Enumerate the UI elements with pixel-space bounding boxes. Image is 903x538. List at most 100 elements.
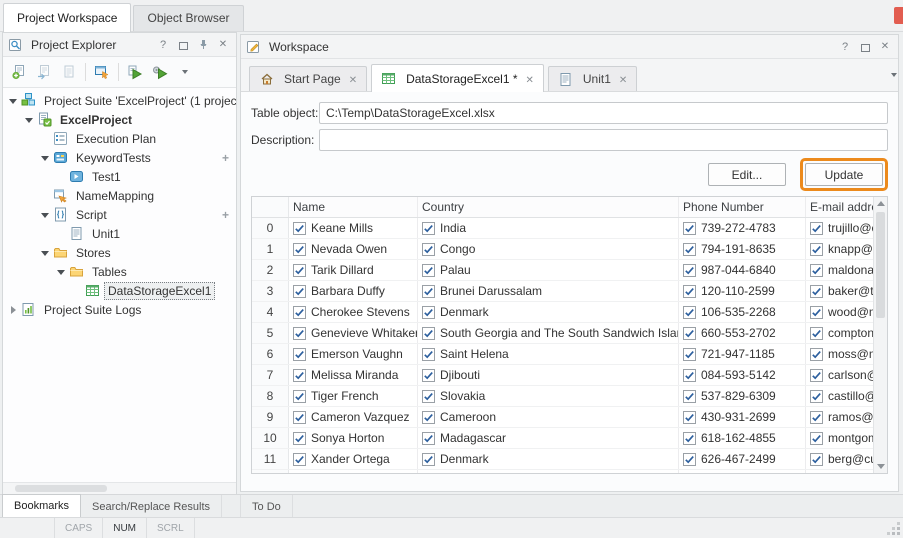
cell-phone[interactable]: 106-535-2268	[679, 302, 806, 322]
table-row[interactable]: 4Cherokee StevensDenmark106-535-2268wood…	[252, 302, 874, 323]
checkbox[interactable]	[810, 453, 823, 466]
tree-item-execution-plan[interactable]: Execution Plan	[3, 129, 236, 148]
checkbox[interactable]	[810, 327, 823, 340]
cell-country[interactable]: Palau	[418, 260, 679, 280]
cell-email[interactable]: knapp@ullamcorper.net	[806, 239, 874, 259]
add-existing-item-icon[interactable]	[32, 60, 56, 84]
close-tab-icon[interactable]	[349, 72, 357, 86]
cell-phone[interactable]: 120-110-2599	[679, 281, 806, 301]
cell-phone[interactable]: 794-191-8635	[679, 239, 806, 259]
cell-email[interactable]: compton@proin.edu	[806, 323, 874, 343]
checkbox[interactable]	[293, 222, 306, 235]
checkbox[interactable]	[293, 453, 306, 466]
checkbox[interactable]	[293, 411, 306, 424]
document-tab-unit1[interactable]: Unit1	[548, 66, 637, 91]
expander-icon[interactable]	[39, 152, 51, 164]
add-icon[interactable]	[222, 151, 229, 165]
new-item-icon[interactable]	[57, 60, 81, 84]
cell-email[interactable]: montgomery@accumsan.net	[806, 428, 874, 448]
table-row[interactable]: 7Melissa MirandaDjibouti084-593-5142carl…	[252, 365, 874, 386]
table-row[interactable]: 11Xander OrtegaDenmark626-467-2499berg@c…	[252, 449, 874, 470]
cell-phone[interactable]: 618-162-4855	[679, 428, 806, 448]
cell-phone[interactable]: 268-728-7797	[679, 470, 806, 473]
cell-phone[interactable]: 626-467-2499	[679, 449, 806, 469]
edit-button[interactable]: Edit...	[708, 163, 786, 186]
resize-grip[interactable]	[897, 532, 900, 535]
main-tab-object-browser[interactable]: Object Browser	[133, 5, 243, 31]
add-new-item-icon[interactable]	[7, 60, 31, 84]
scroll-up-icon[interactable]	[877, 201, 885, 206]
table-row[interactable]: 2Tarik DillardPalau987-044-6840maldonado…	[252, 260, 874, 281]
table-row[interactable]: 10Sonya HortonMadagascar618-162-4855mont…	[252, 428, 874, 449]
expander-icon[interactable]	[23, 114, 35, 126]
cell-name[interactable]: Barbara Duffy	[289, 281, 418, 301]
table-row[interactable]: 6Emerson VaughnSaint Helena721-947-1185m…	[252, 344, 874, 365]
expander-icon[interactable]	[7, 95, 19, 107]
cell-email[interactable]: wood@morbi.us	[806, 302, 874, 322]
checkbox[interactable]	[293, 390, 306, 403]
close-tab-icon[interactable]	[619, 72, 627, 86]
cell-country[interactable]: Djibouti	[418, 365, 679, 385]
cell-email[interactable]: ramos@pede.net	[806, 407, 874, 427]
checkbox[interactable]	[422, 369, 435, 382]
cell-name[interactable]: Nevada Owen	[289, 239, 418, 259]
checkbox[interactable]	[683, 369, 696, 382]
cell-country[interactable]: Saint Helena	[418, 344, 679, 364]
cell-email[interactable]: castillo@eros.us	[806, 386, 874, 406]
checkbox[interactable]	[683, 348, 696, 361]
cell-country[interactable]: India	[418, 218, 679, 238]
cell-phone[interactable]: 987-044-6840	[679, 260, 806, 280]
column-header-country[interactable]: Country	[418, 197, 679, 217]
table-object-input[interactable]	[319, 102, 888, 124]
checkbox[interactable]	[293, 432, 306, 445]
checkbox[interactable]	[810, 432, 823, 445]
expander-icon[interactable]	[55, 266, 67, 278]
cell-name[interactable]: Frances Cohen	[289, 470, 418, 473]
cell-country[interactable]: Denmark	[418, 302, 679, 322]
cell-country[interactable]: Slovakia	[418, 386, 679, 406]
tree-item-project-suite-logs[interactable]: Project Suite Logs	[3, 300, 236, 319]
cell-email[interactable]: moss@magnis.org	[806, 344, 874, 364]
tree-item-unit1[interactable]: Unit1	[3, 224, 236, 243]
checkbox[interactable]	[683, 243, 696, 256]
checkbox[interactable]	[683, 327, 696, 340]
cell-name[interactable]: Melissa Miranda	[289, 365, 418, 385]
document-tab-datastorageexcel1[interactable]: DataStorageExcel1 *	[371, 64, 544, 92]
cell-phone[interactable]: 537-829-6309	[679, 386, 806, 406]
help-icon[interactable]	[155, 37, 171, 53]
tree-item-tables[interactable]: Tables	[3, 262, 236, 281]
checkbox[interactable]	[810, 390, 823, 403]
cell-phone[interactable]: 721-947-1185	[679, 344, 806, 364]
cell-country[interactable]: South Georgia and The South Sandwich Isl…	[418, 323, 679, 343]
checkbox[interactable]	[422, 432, 435, 445]
cell-phone[interactable]: 739-272-4783	[679, 218, 806, 238]
checkbox[interactable]	[293, 285, 306, 298]
cell-name[interactable]: Tarik Dillard	[289, 260, 418, 280]
close-icon[interactable]	[215, 37, 231, 53]
bottom-tab-to-do[interactable]: To Do	[240, 495, 293, 518]
checkbox[interactable]	[422, 327, 435, 340]
checkbox[interactable]	[422, 348, 435, 361]
checkbox[interactable]	[810, 411, 823, 424]
scroll-down-icon[interactable]	[877, 464, 885, 469]
checkbox[interactable]	[683, 285, 696, 298]
cell-name[interactable]: Cameron Vazquez	[289, 407, 418, 427]
cell-country[interactable]: Cameroon	[418, 407, 679, 427]
cell-country[interactable]: Brunei Darussalam	[418, 281, 679, 301]
column-header-phone-number[interactable]: Phone Number	[679, 197, 806, 217]
checkbox[interactable]	[683, 453, 696, 466]
cell-name[interactable]: Sonya Horton	[289, 428, 418, 448]
checkbox[interactable]	[683, 222, 696, 235]
tree-item-keywordtests[interactable]: KeywordTests	[3, 148, 236, 167]
checkbox[interactable]	[293, 264, 306, 277]
window-position-icon[interactable]	[857, 39, 873, 55]
checkbox[interactable]	[810, 306, 823, 319]
tree-item-excelproject[interactable]: ExcelProject	[3, 110, 236, 129]
table-row[interactable]: 5Genevieve WhitakerSouth Georgia and The…	[252, 323, 874, 344]
checkbox[interactable]	[810, 348, 823, 361]
tree-item-datastorageexcel1[interactable]: DataStorageExcel1	[3, 281, 236, 300]
checkbox[interactable]	[422, 411, 435, 424]
table-row[interactable]: 0Keane MillsIndia739-272-4783trujillo@co…	[252, 218, 874, 239]
checkbox[interactable]	[422, 243, 435, 256]
checkbox[interactable]	[293, 348, 306, 361]
